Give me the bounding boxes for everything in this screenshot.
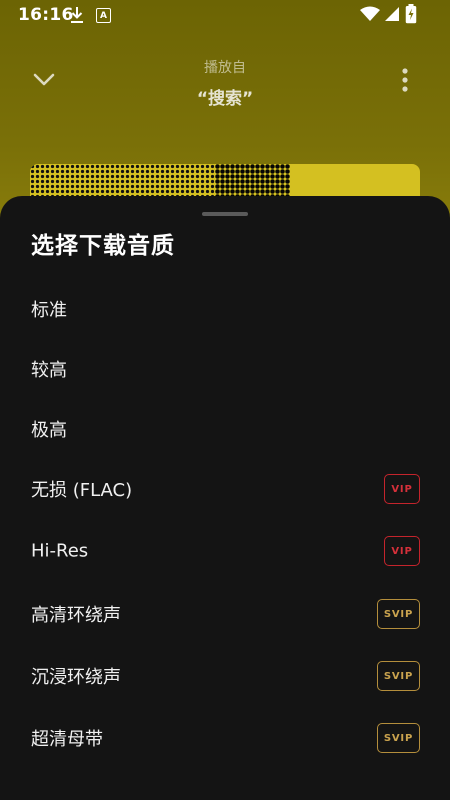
svip-badge: SVIP bbox=[377, 723, 420, 753]
download-quality-sheet: 选择下载音质 标准 较高 极高 无损 (FLAC) VIP Hi-Res VIP… bbox=[0, 196, 450, 800]
status-bar: 16:16 A bbox=[0, 0, 450, 30]
app-notification-icon: A bbox=[96, 8, 111, 23]
quality-option-lossless[interactable]: 无损 (FLAC) VIP bbox=[0, 461, 450, 517]
quality-option-label: 极高 bbox=[31, 420, 67, 441]
quality-option-immersive-surround[interactable]: 沉浸环绕声 SVIP bbox=[0, 648, 450, 704]
quality-option-standard[interactable]: 标准 bbox=[0, 281, 450, 337]
playing-from-label: 播放自 bbox=[204, 60, 246, 76]
battery-charging-icon bbox=[405, 4, 417, 24]
quality-option-hires[interactable]: Hi-Res VIP bbox=[0, 523, 450, 579]
more-vertical-icon bbox=[402, 68, 408, 92]
quality-option-label: 超清母带 bbox=[31, 729, 103, 750]
svip-badge: SVIP bbox=[377, 661, 420, 691]
download-icon bbox=[71, 7, 83, 23]
quality-option-hd-surround[interactable]: 高清环绕声 SVIP bbox=[0, 586, 450, 642]
svip-badge: SVIP bbox=[377, 599, 420, 629]
vip-badge: VIP bbox=[384, 536, 420, 566]
more-options-button[interactable] bbox=[388, 62, 422, 98]
playing-from-source: “搜索” bbox=[196, 89, 254, 109]
signal-icon bbox=[385, 7, 399, 21]
quality-option-label: 沉浸环绕声 bbox=[31, 667, 121, 688]
sheet-title: 选择下载音质 bbox=[31, 233, 175, 259]
quality-option-label: 较高 bbox=[31, 360, 67, 381]
quality-option-label: 无损 (FLAC) bbox=[31, 480, 133, 501]
quality-option-label: 标准 bbox=[31, 300, 67, 321]
quality-option-label: 高清环绕声 bbox=[31, 605, 121, 626]
status-time: 16:16 bbox=[18, 5, 74, 25]
quality-option-exhigh[interactable]: 极高 bbox=[0, 401, 450, 457]
drag-handle[interactable] bbox=[202, 212, 248, 216]
quality-option-master[interactable]: 超清母带 SVIP bbox=[0, 710, 450, 766]
wifi-icon bbox=[360, 6, 380, 21]
quality-option-label: Hi-Res bbox=[31, 540, 89, 562]
vip-badge: VIP bbox=[384, 474, 420, 504]
quality-option-higher[interactable]: 较高 bbox=[0, 341, 450, 397]
